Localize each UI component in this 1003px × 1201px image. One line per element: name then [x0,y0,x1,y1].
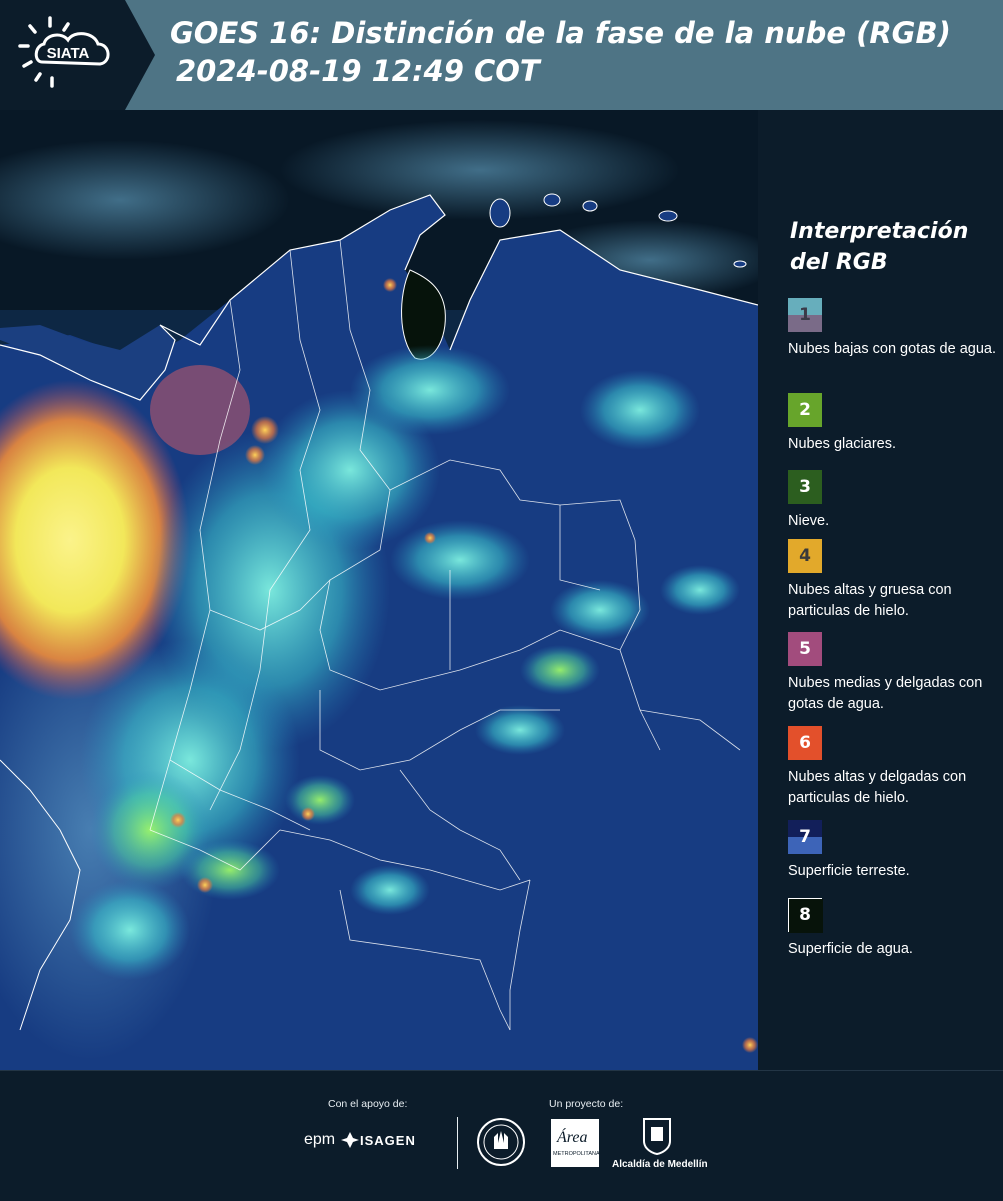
medellin-shield-icon [643,1118,671,1155]
legend-item: 5 Nubes medias y delgadas con gotas de ag… [788,632,998,715]
glacial-cloud [285,775,355,825]
storm-cell [251,416,279,444]
storm-cell [301,807,315,821]
legend-label: Nubes altas y delgadas con particulas de… [788,769,967,806]
storm-cell [424,532,436,544]
storm-cell [742,1037,758,1053]
legend-swatch: 8 [788,898,823,933]
legend-number: 2 [799,400,811,420]
cloud-band [70,880,190,980]
cloud-band [390,520,530,600]
legend-item: 7 Superficie terreste. [788,820,998,882]
legend-swatch: 7 [788,820,822,854]
legend-panel: Interpretación del RGB 1 Nubes bajas con … [758,110,1003,1070]
legend-swatch: 2 [788,393,822,427]
epm-logo: epm [304,1131,336,1148]
legend-swatch: 1 [788,298,822,332]
legend-label: Superficie de agua. [788,941,913,957]
cloud-band [660,565,740,615]
island [733,260,747,268]
glacial-cloud [180,840,280,900]
cloud-band [350,865,430,915]
area-logo-subtext: METROPOLITANA [553,1151,600,1157]
legend-title: Interpretación del RGB [790,219,969,275]
cloud-band [350,345,510,435]
legend-item: 8 Superficie de agua. [788,898,998,960]
cloud-band [550,580,650,640]
legend-item: 2 Nubes glaciares. [788,393,998,455]
siata-logo: SIATA [0,0,155,110]
cloud-band [475,705,565,755]
legend-label: Superficie terreste. [788,863,910,879]
legend-item: 1 Nubes bajas con gotas de agua. [788,298,998,360]
satellite-map [0,110,758,1070]
header-bar: SIATA GOES 16: Distinción de la fase de … [0,0,1003,110]
island [489,198,511,228]
legend-label: Nieve. [788,513,830,529]
island [543,193,561,207]
cloud-band [580,370,700,450]
isagen-icon [341,1132,359,1148]
legend-item: 4 Nubes altas y gruesa con particulas de … [788,539,998,622]
legend-swatch: 3 [788,470,822,504]
glacial-cloud [520,645,600,695]
haze-cloud [280,120,680,220]
storm-cell [383,278,397,292]
legend-number: 7 [799,827,811,847]
legend-label: Nubes medias y delgadas con gotas de agu… [788,675,983,712]
sun-cloud-icon: SIATA [18,16,110,88]
legend-swatch: 6 [788,726,822,760]
island [582,200,598,212]
page-title: GOES 16: Distinción de la fase de la nub… [170,16,951,50]
legend-swatch: 4 [788,539,822,573]
support-caption: Con el apoyo de: [328,1098,408,1110]
logo-text: SIATA [47,45,90,62]
storm-cell [245,445,265,465]
island [658,210,678,222]
legend-number: 3 [799,477,811,497]
legend-label: Nubes altas y gruesa con particulas de h… [788,582,952,619]
legend-number: 1 [799,305,811,325]
alcaldia-logo-text: Alcaldía de Medellín [612,1159,708,1170]
legend-number: 8 [799,905,811,925]
map-svg [0,110,758,1070]
area-logo-text: Área [557,1129,588,1146]
legend-swatch: 5 [788,632,822,666]
page-timestamp: 2024-08-19 12:49 COT [176,54,540,88]
footer-divider [457,1117,458,1169]
storm-cell [170,812,186,828]
project-caption: Un proyecto de: [549,1098,624,1110]
legend-item: 6 Nubes altas y delgadas con particulas d… [788,726,998,809]
legend-label: Nubes glaciares. [788,436,896,452]
legend-label: Nubes bajas con gotas de agua. [788,341,996,357]
isagen-logo: ISAGEN [360,1133,416,1148]
area-metropolitana-logo: Área METROPOLITANA [551,1119,600,1167]
seal-icon [477,1118,525,1166]
legend-item: 3 Nieve. [788,470,998,532]
legend-number: 5 [799,639,811,659]
footer: Con el apoyo de: Un proyecto de: epm ISA… [0,1070,1003,1201]
legend-number: 4 [799,546,811,566]
storm-cell [197,877,213,893]
legend-number: 6 [799,733,811,753]
